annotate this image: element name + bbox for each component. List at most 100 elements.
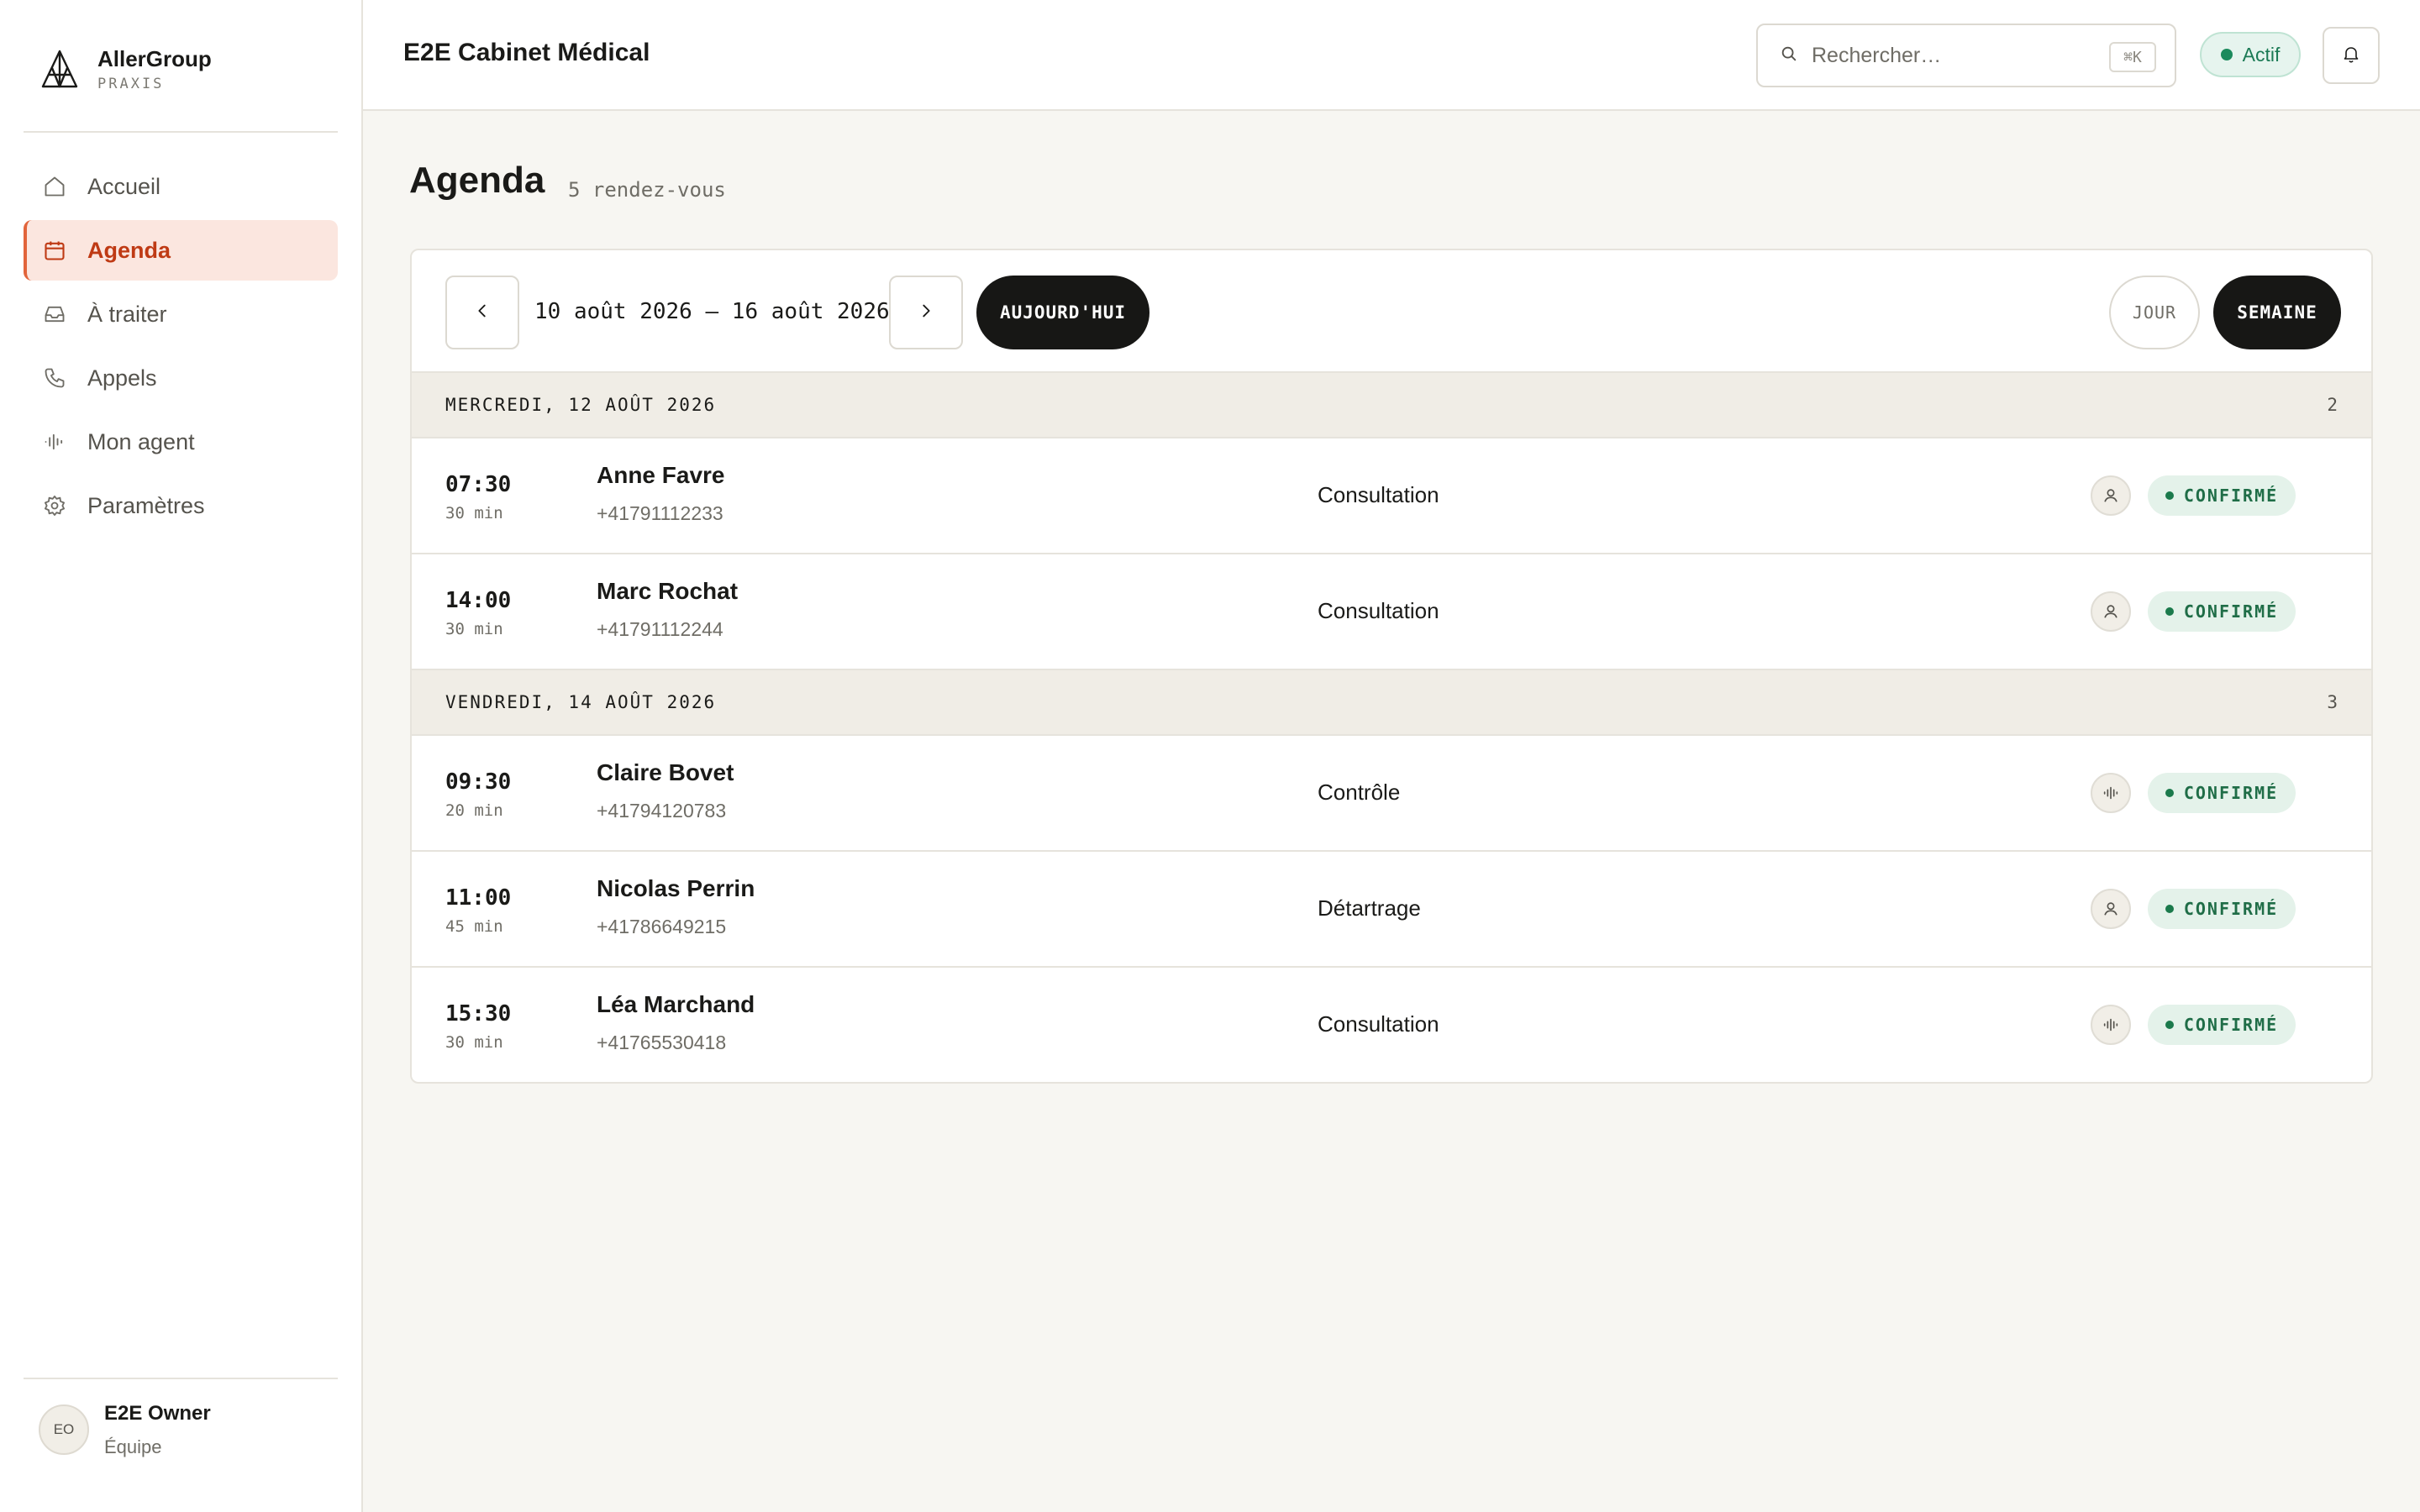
- page-title: Agenda: [409, 160, 545, 201]
- agenda-card: 10 août 2026 – 16 août 2026 AUJOURD'HUI …: [410, 249, 2373, 1084]
- appointment-type: Contrôle: [1318, 780, 1401, 805]
- appointment-time: 07:30: [445, 472, 512, 497]
- status-badge: CONFIRMÉ: [2148, 773, 2296, 813]
- search-input[interactable]: Rechercher… ⌘K: [1756, 24, 2176, 87]
- appointment-time: 11:00: [445, 885, 512, 911]
- agenda-toolbar: 10 août 2026 – 16 août 2026 AUJOURD'HUI …: [412, 250, 2371, 373]
- phone-icon: [42, 365, 67, 391]
- user-profile[interactable]: EO E2E Owner Équipe: [39, 1401, 211, 1458]
- brand-name: AllerGroup: [97, 46, 212, 71]
- patient-name: Claire Bovet: [597, 759, 734, 785]
- sidebar-item-accueil[interactable]: Accueil: [24, 156, 338, 217]
- divider: [24, 131, 338, 133]
- sidebar-nav: Accueil Agenda À traiter Appels Mon agen…: [24, 156, 338, 539]
- sidebar-item-a-traiter[interactable]: À traiter: [24, 284, 338, 344]
- status-dot: [2165, 1021, 2174, 1029]
- brand-subtitle: PRAXIS: [97, 76, 165, 92]
- day-count: 3: [2327, 692, 2338, 712]
- status-label: CONFIRMÉ: [2183, 783, 2279, 803]
- sidebar-item-agenda[interactable]: Agenda: [24, 220, 338, 281]
- user-name: E2E Owner: [104, 1402, 211, 1425]
- appointment-row[interactable]: 09:30 20 min Claire Bovet +41794120783 C…: [412, 736, 2371, 852]
- patient-name: Anne Favre: [597, 462, 725, 488]
- appointment-type: Consultation: [1318, 598, 1439, 623]
- calendar-icon: [42, 238, 67, 263]
- home-icon: [42, 174, 67, 199]
- sidebar-item-label: Mon agent: [87, 428, 195, 454]
- person-icon: [2091, 475, 2131, 516]
- status-dot: [2165, 607, 2174, 616]
- day-label: MERCREDI, 12 AOÛT 2026: [445, 395, 717, 415]
- status-badge: CONFIRMÉ: [2148, 591, 2296, 632]
- appointment-time: 15:30: [445, 1001, 512, 1026]
- inbox-icon: [42, 302, 67, 327]
- sidebar-item-appels[interactable]: Appels: [24, 348, 338, 408]
- sidebar: AllerGroup PRAXIS Accueil Agenda À trait…: [0, 0, 363, 1512]
- divider: [24, 1378, 338, 1379]
- patient-phone: +41791112233: [597, 502, 723, 524]
- appointment-duration: 30 min: [445, 620, 503, 638]
- appointment-count: 5 rendez-vous: [568, 178, 726, 202]
- chevron-right-icon: [917, 302, 935, 324]
- day-header: VENDREDI, 14 AOÛT 2026 3: [412, 670, 2371, 736]
- status-dot: [2220, 49, 2233, 60]
- sidebar-item-label: Paramètres: [87, 492, 205, 518]
- status-label: CONFIRMÉ: [2183, 1015, 2279, 1035]
- brand[interactable]: AllerGroup PRAXIS: [39, 42, 212, 96]
- previous-week-button[interactable]: [445, 276, 519, 349]
- appointment-type: Détartrage: [1318, 895, 1421, 921]
- date-range: 10 août 2026 – 16 août 2026: [534, 299, 890, 324]
- appointment-row[interactable]: 15:30 30 min Léa Marchand +41765530418 C…: [412, 968, 2371, 1082]
- next-week-button[interactable]: [889, 276, 963, 349]
- person-icon: [2091, 889, 2131, 929]
- view-day-button[interactable]: JOUR: [2109, 276, 2200, 349]
- chevron-left-icon: [473, 302, 492, 324]
- view-week-button[interactable]: SEMAINE: [2213, 276, 2341, 349]
- topbar: E2E Cabinet Médical Rechercher… ⌘K Actif: [363, 0, 2420, 111]
- appointment-duration: 20 min: [445, 801, 503, 820]
- bell-icon: [2341, 44, 2361, 68]
- search-placeholder: Rechercher…: [1812, 43, 1942, 67]
- appointment-time: 14:00: [445, 588, 512, 613]
- status-badge: CONFIRMÉ: [2148, 475, 2296, 516]
- status-label: CONFIRMÉ: [2183, 899, 2279, 919]
- appointment-row[interactable]: 14:00 30 min Marc Rochat +41791112244 Co…: [412, 554, 2371, 670]
- status-badge: CONFIRMÉ: [2148, 889, 2296, 929]
- status-dot: [2165, 491, 2174, 500]
- patient-name: Marc Rochat: [597, 578, 739, 604]
- notifications-button[interactable]: [2323, 27, 2380, 84]
- waveform-icon: [2091, 773, 2131, 813]
- sidebar-item-label: Appels: [87, 365, 157, 391]
- appointment-row[interactable]: 07:30 30 min Anne Favre +41791112233 Con…: [412, 438, 2371, 554]
- sidebar-item-label: À traiter: [87, 301, 167, 327]
- sidebar-item-label: Accueil: [87, 173, 161, 199]
- patient-phone: +41765530418: [597, 1032, 727, 1053]
- status-dot: [2165, 905, 2174, 913]
- status-badge: CONFIRMÉ: [2148, 1005, 2296, 1045]
- status-dot: [2165, 789, 2174, 797]
- sidebar-item-parametres[interactable]: Paramètres: [24, 475, 338, 536]
- status-label: CONFIRMÉ: [2183, 486, 2279, 506]
- logo-icon: [41, 50, 78, 88]
- day-label: VENDREDI, 14 AOÛT 2026: [445, 692, 717, 712]
- sidebar-item-label: Agenda: [87, 237, 171, 263]
- patient-phone: +41786649215: [597, 916, 727, 937]
- appointment-type: Consultation: [1318, 482, 1439, 507]
- patient-phone: +41794120783: [597, 800, 727, 822]
- patient-name: Léa Marchand: [597, 991, 755, 1017]
- search-shortcut: ⌘K: [2109, 42, 2156, 72]
- status-badge: Actif: [2200, 32, 2301, 77]
- gear-icon: [42, 493, 67, 518]
- today-button[interactable]: AUJOURD'HUI: [976, 276, 1150, 349]
- status-label: Actif: [2242, 43, 2281, 66]
- person-icon: [2091, 591, 2131, 632]
- avatar: EO: [39, 1404, 89, 1455]
- appointment-row[interactable]: 11:00 45 min Nicolas Perrin +41786649215…: [412, 852, 2371, 968]
- day-header: MERCREDI, 12 AOÛT 2026 2: [412, 373, 2371, 438]
- user-role: Équipe: [104, 1436, 162, 1457]
- patient-name: Nicolas Perrin: [597, 875, 755, 901]
- sidebar-item-mon-agent[interactable]: Mon agent: [24, 412, 338, 472]
- appointment-duration: 30 min: [445, 1033, 503, 1052]
- appointment-duration: 45 min: [445, 917, 503, 936]
- appointment-duration: 30 min: [445, 504, 503, 522]
